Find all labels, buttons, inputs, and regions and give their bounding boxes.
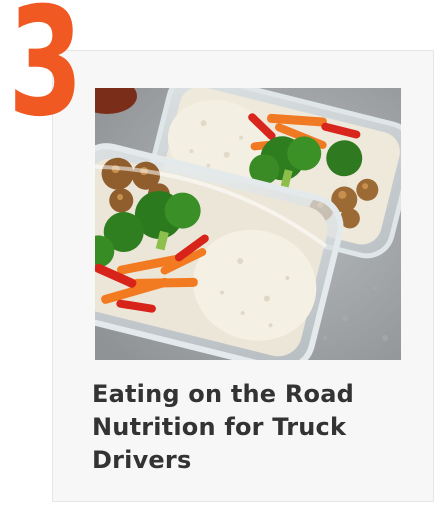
title-line-2: Nutrition for Truck (92, 413, 347, 441)
title-line-3: Drivers (92, 446, 192, 474)
title-line-1: Eating on the Road (92, 380, 354, 408)
article-title[interactable]: Eating on the Road Nutrition for Truck D… (92, 378, 422, 477)
article-image[interactable] (95, 88, 401, 360)
rank-number: 3 (8, 0, 83, 150)
meal-prep-photo-icon (95, 88, 401, 360)
